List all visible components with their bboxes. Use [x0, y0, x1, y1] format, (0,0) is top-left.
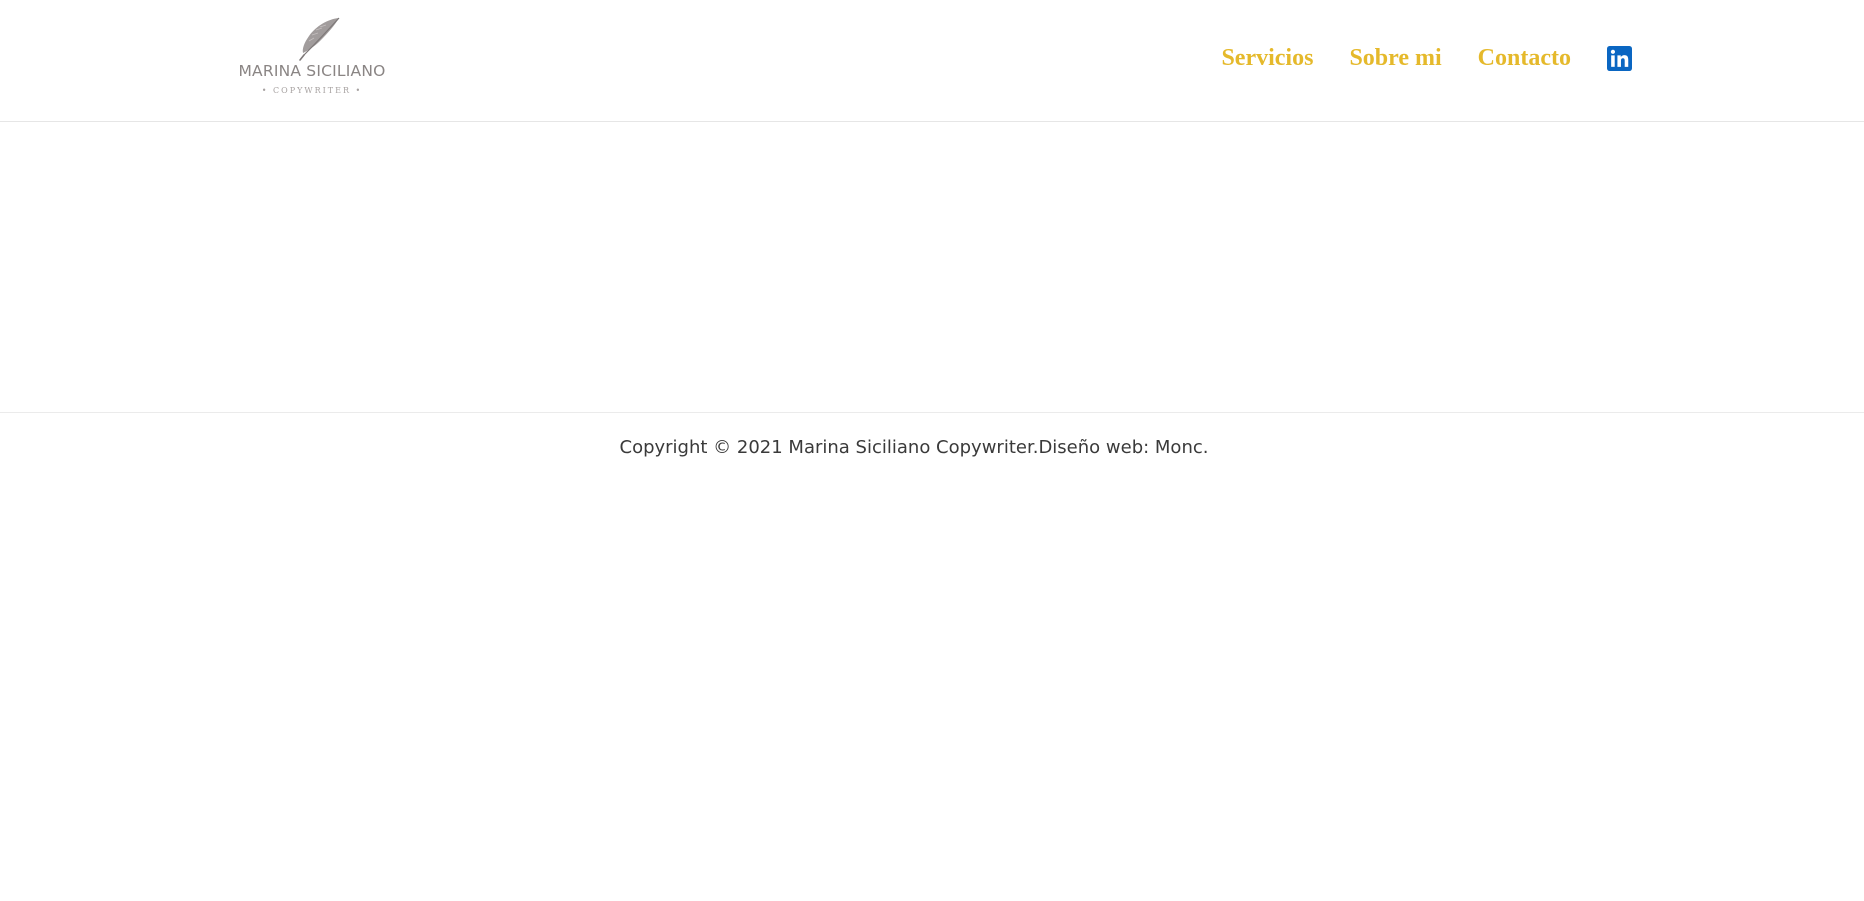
site-header: MARINA SICILIANO • COPYWRITER • Servicio… [0, 0, 1864, 122]
site-logo[interactable]: MARINA SICILIANO • COPYWRITER • [232, 16, 392, 100]
linkedin-icon [1607, 45, 1632, 71]
main-nav: Servicios Sobre mi Contacto [1221, 40, 1632, 76]
logo-subtitle: • COPYWRITER • [261, 86, 363, 95]
credit-text: Diseño web: [1038, 437, 1155, 458]
copyright-line: Copyright © 2021 Marina Siciliano Copywr… [0, 437, 1828, 458]
credit-link[interactable]: Monc. [1155, 437, 1209, 458]
nav-item-servicios[interactable]: Servicios [1221, 40, 1313, 76]
nav-item-contacto[interactable]: Contacto [1478, 40, 1571, 76]
feather-icon [299, 17, 340, 61]
copyright-text: Copyright © 2021 Marina Siciliano Copywr… [619, 437, 1039, 458]
nav-item-sobre-mi[interactable]: Sobre mi [1349, 40, 1441, 76]
main-content [0, 122, 1864, 412]
site-footer: Copyright © 2021 Marina Siciliano Copywr… [0, 412, 1864, 901]
logo-name: MARINA SICILIANO [238, 62, 386, 80]
linkedin-link[interactable] [1607, 45, 1632, 71]
